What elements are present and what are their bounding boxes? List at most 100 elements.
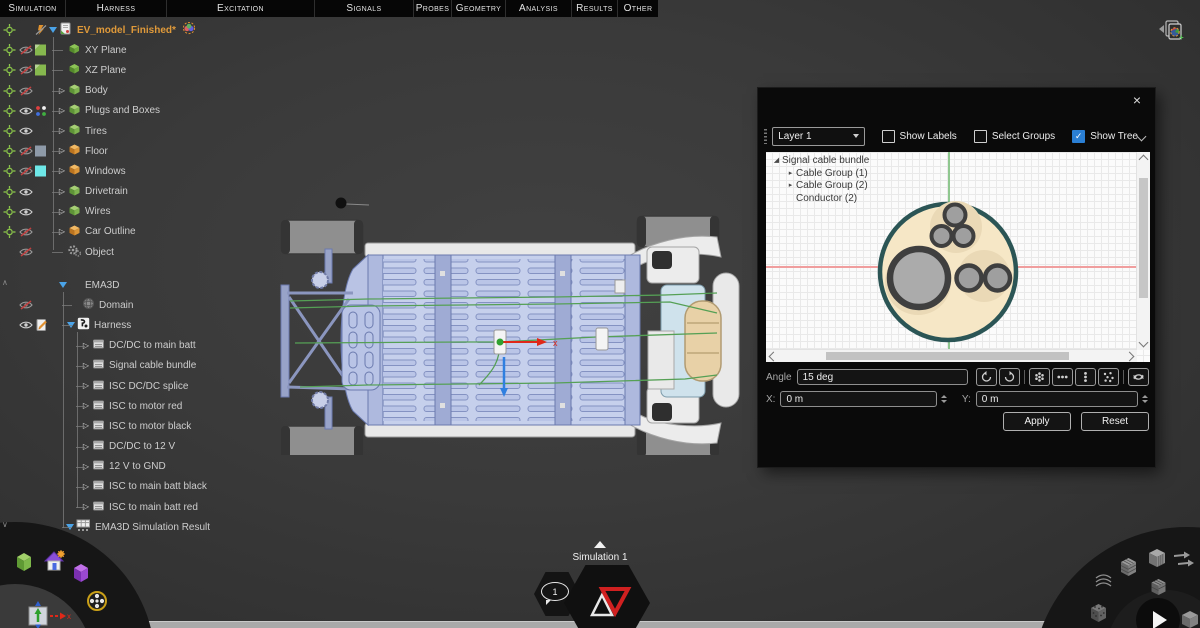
locate-target-icon[interactable] bbox=[3, 205, 16, 218]
locate-target-icon[interactable] bbox=[3, 44, 16, 57]
visibility-on-icon[interactable] bbox=[19, 106, 33, 116]
bundle-tree-row[interactable]: ◢ Signal cable bundle bbox=[771, 155, 869, 168]
expand-icon[interactable]: ▷ bbox=[59, 208, 65, 216]
scrollbar-thumb[interactable] bbox=[826, 352, 1069, 360]
visibility-off-icon[interactable] bbox=[19, 65, 33, 75]
tree-row-ema3d[interactable]: EMA3D bbox=[0, 275, 250, 295]
rotate-cw-button[interactable] bbox=[999, 368, 1020, 386]
checkbox-show-labels[interactable]: Show Labels bbox=[882, 130, 957, 143]
tree-row-cable[interactable]: ▷ ISC to main batt black bbox=[0, 477, 250, 497]
expand-icon[interactable]: ▷ bbox=[83, 382, 89, 390]
film-reel-icon[interactable] bbox=[86, 590, 108, 612]
collapse-icon[interactable] bbox=[59, 282, 67, 288]
bundle-tree-row[interactable]: Conductor (2) bbox=[771, 193, 869, 206]
locate-target-icon[interactable] bbox=[3, 225, 16, 238]
body-panels[interactable] bbox=[627, 236, 739, 444]
pack-scatter-button[interactable] bbox=[1098, 368, 1119, 386]
collapsed-icon[interactable]: ▸ bbox=[785, 180, 796, 193]
locate-target-icon[interactable] bbox=[3, 185, 16, 198]
locate-target-icon[interactable] bbox=[3, 104, 16, 117]
apply-button[interactable]: Apply bbox=[1003, 412, 1071, 431]
mesh-cube-icon[interactable] bbox=[1118, 556, 1139, 578]
tree-row-result[interactable]: EMA3D Simulation Result bbox=[0, 517, 250, 537]
bundle-tree-row[interactable]: ▸ Cable Group (2) bbox=[771, 180, 869, 193]
checkbox-select-groups[interactable]: Select Groups bbox=[974, 130, 1055, 143]
expand-icon[interactable]: ▷ bbox=[59, 87, 65, 95]
checkbox-icon[interactable] bbox=[974, 130, 987, 143]
solid-cube-icon[interactable] bbox=[1146, 547, 1168, 569]
scroll-down-icon[interactable]: ∨ bbox=[2, 520, 8, 529]
color-swatch[interactable] bbox=[35, 65, 46, 76]
lightning-icon[interactable] bbox=[35, 24, 47, 36]
visibility-off-icon[interactable] bbox=[19, 45, 33, 55]
tree-row-cable[interactable]: ▷ ISC to motor black bbox=[0, 416, 250, 436]
expand-icon[interactable]: ▷ bbox=[59, 167, 65, 175]
collapse-icon[interactable] bbox=[66, 524, 74, 530]
locate-target-icon[interactable] bbox=[3, 84, 16, 97]
visibility-on-icon[interactable] bbox=[19, 207, 33, 217]
conductor[interactable] bbox=[945, 205, 966, 226]
menu-item-analysis[interactable]: Analysis bbox=[506, 0, 571, 17]
cross-section-canvas[interactable]: ◢ Signal cable bundle ▸ Cable Group (1) … bbox=[766, 152, 1150, 362]
tree-row-cable[interactable]: ▷ Signal cable bundle bbox=[0, 356, 250, 376]
visibility-off-icon[interactable] bbox=[19, 166, 33, 176]
visibility-off-icon[interactable] bbox=[19, 247, 33, 257]
pack-hex-button[interactable] bbox=[1029, 368, 1050, 386]
expand-icon[interactable]: ▷ bbox=[59, 228, 65, 236]
close-icon[interactable]: × bbox=[1133, 93, 1141, 107]
color-swatch[interactable] bbox=[35, 45, 46, 56]
reset-button[interactable]: Reset bbox=[1081, 412, 1149, 431]
tree-row-cable[interactable]: ▷ ISC to motor red bbox=[0, 396, 250, 416]
edit-icon[interactable] bbox=[35, 319, 49, 332]
menu-item-other[interactable]: Other bbox=[618, 0, 658, 17]
expand-icon[interactable]: ▷ bbox=[59, 147, 65, 155]
orientation-axes-widget[interactable]: x bbox=[24, 601, 72, 628]
x-stepper[interactable] bbox=[939, 391, 948, 407]
visibility-off-icon[interactable] bbox=[19, 227, 33, 237]
corner-cube-icon[interactable] bbox=[1180, 608, 1200, 628]
conductor[interactable] bbox=[954, 226, 974, 246]
pack-vertical-button[interactable] bbox=[1075, 368, 1096, 386]
purple-cube-icon[interactable] bbox=[71, 562, 91, 584]
tree-row[interactable]: ▷ Drivetrain bbox=[0, 182, 250, 202]
menu-item-probes[interactable]: Probes bbox=[414, 0, 451, 17]
visibility-off-icon[interactable] bbox=[19, 300, 33, 310]
tree-row-cable[interactable]: ▷ DC/DC to 12 V bbox=[0, 437, 250, 457]
tree-row[interactable]: ▷ Car Outline bbox=[0, 222, 250, 242]
tree-row-cable[interactable]: ▷ ISC to main batt red bbox=[0, 497, 250, 517]
transfer-arrows-icon[interactable] bbox=[1172, 551, 1196, 571]
visibility-on-icon[interactable] bbox=[19, 320, 33, 330]
menu-item-harness[interactable]: Harness bbox=[66, 0, 166, 17]
expand-icon[interactable]: ▷ bbox=[59, 107, 65, 115]
menu-item-results[interactable]: Results bbox=[572, 0, 617, 17]
tree-row[interactable]: ▷ Plugs and Boxes bbox=[0, 101, 250, 121]
tree-row[interactable]: ▷ Windows bbox=[0, 161, 250, 181]
tree-row-domain[interactable]: Domain bbox=[0, 295, 250, 315]
y-input[interactable] bbox=[976, 391, 1139, 407]
expand-icon[interactable]: ▷ bbox=[83, 342, 89, 350]
collapse-icon[interactable] bbox=[67, 322, 75, 328]
car-model[interactable]: x bbox=[265, 185, 745, 455]
battery-cooling-panel[interactable] bbox=[342, 305, 380, 390]
visibility-off-icon[interactable] bbox=[19, 86, 33, 96]
checkbox-icon[interactable]: ✓ bbox=[1072, 130, 1085, 143]
hub-mesh-cube-icon[interactable] bbox=[1149, 577, 1168, 597]
locate-target-icon[interactable] bbox=[3, 125, 16, 138]
expand-icon[interactable]: ▷ bbox=[59, 188, 65, 196]
bundle-tree-row[interactable]: ▸ Cable Group (1) bbox=[771, 168, 869, 181]
tree-row[interactable]: XZ Plane bbox=[0, 60, 250, 80]
conductor-large[interactable] bbox=[890, 249, 948, 307]
expand-icon[interactable]: ▷ bbox=[59, 127, 65, 135]
waves-icon[interactable] bbox=[1094, 572, 1114, 590]
expand-icon[interactable]: ▷ bbox=[83, 503, 89, 511]
visibility-off-icon[interactable] bbox=[19, 146, 33, 156]
locate-target-icon[interactable] bbox=[3, 24, 16, 37]
menu-item-signals[interactable]: Signals bbox=[315, 0, 413, 17]
expand-icon[interactable]: ▷ bbox=[83, 443, 89, 451]
conductor[interactable] bbox=[932, 226, 952, 246]
locate-target-icon[interactable] bbox=[3, 165, 16, 178]
expand-icon[interactable]: ▷ bbox=[83, 362, 89, 370]
tree-row[interactable]: ▷ Tires bbox=[0, 121, 250, 141]
color-swatch[interactable] bbox=[35, 166, 46, 177]
tree-row[interactable]: ▷ Floor bbox=[0, 141, 250, 161]
